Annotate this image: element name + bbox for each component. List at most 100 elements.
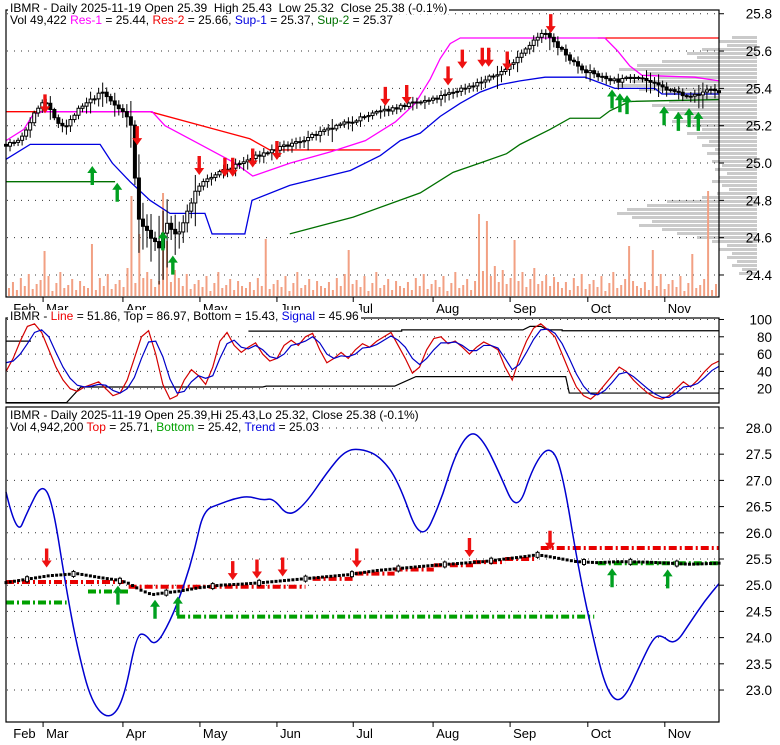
trail-dot: [557, 556, 561, 560]
header-part: = 45.96: [314, 309, 359, 323]
trail-dot: [531, 553, 535, 557]
buy-arrow-icon: [150, 599, 161, 619]
trail-dot: [240, 582, 244, 586]
volume-bar: [205, 276, 208, 296]
volume-bar: [466, 279, 469, 296]
candle-up: [475, 82, 480, 87]
volume-bar: [651, 250, 654, 296]
y-axis-label: 27.5: [746, 447, 772, 462]
volume-bar: [470, 290, 473, 296]
trail-dot: [603, 560, 607, 564]
volume-bar: [671, 280, 674, 296]
month-label: Jun: [280, 726, 301, 741]
sell-arrow-icon: [194, 155, 205, 175]
trail-dot: [253, 581, 257, 585]
trail-dot: [114, 578, 118, 582]
candle-up: [624, 76, 629, 79]
trail-candle: [628, 558, 633, 565]
header-part: Line: [50, 309, 74, 323]
trail-dot: [607, 560, 611, 564]
volume-bar: [122, 287, 125, 296]
volume-bar: [371, 283, 374, 296]
trail-dot: [379, 568, 383, 572]
oscillator-panel-header: IBMR - Line = 51.86, Top = 86.97, Bottom…: [8, 310, 361, 322]
osc-bottom-band: [6, 375, 719, 404]
volume-bar: [525, 287, 528, 296]
trail-dot: [422, 564, 426, 568]
header-part: IBMR -: [10, 309, 51, 323]
month-label: Oct: [591, 301, 612, 316]
candle-down: [664, 86, 669, 91]
volume-profile-bar: [732, 252, 757, 255]
volume-bar: [647, 290, 650, 296]
candle-up: [269, 149, 274, 154]
candle-down: [608, 78, 613, 82]
month-label: Aug: [436, 726, 459, 741]
candle-down: [547, 33, 552, 38]
candle-up: [165, 222, 170, 234]
volume-bar: [94, 290, 97, 296]
volume-bar: [612, 272, 615, 296]
volume-bar: [169, 282, 172, 296]
candle-up: [398, 104, 403, 110]
volume-bar: [564, 282, 567, 296]
trail-dot: [569, 559, 573, 563]
candle-up: [72, 114, 77, 121]
volume-bar: [244, 288, 247, 296]
candle-up: [455, 90, 460, 93]
volume-bar: [549, 286, 552, 296]
volume-bar: [695, 288, 698, 296]
candle-up: [390, 107, 395, 112]
candle-up: [201, 181, 206, 187]
sell-arrow-icon: [483, 47, 494, 67]
volume-bar: [604, 291, 607, 296]
candle-down: [169, 222, 174, 230]
volume-bar: [505, 284, 508, 296]
candle-down: [463, 87, 468, 90]
y-axis-label: 100: [749, 312, 772, 327]
trail-dot: [299, 577, 303, 581]
volume-bar: [67, 285, 70, 296]
sell-arrow-icon: [477, 47, 488, 67]
trail-dot: [80, 572, 84, 576]
volume-bar: [410, 290, 413, 296]
trail-dot: [616, 560, 620, 564]
trail-dot: [173, 590, 177, 594]
trail-dot: [645, 560, 649, 564]
volume-profile-bar: [729, 188, 757, 191]
trail-dot: [388, 567, 392, 571]
y-axis-label: 24.5: [746, 604, 772, 619]
price-panel-header-line2: Vol 49,422 Res-1 = 25.44, Res-2 = 25.66,…: [8, 14, 395, 26]
header-part: Signal: [281, 309, 315, 323]
volume-bar: [323, 288, 326, 296]
candle-up: [217, 171, 222, 176]
volume-profile-bar: [727, 256, 757, 259]
y-axis-label: 80: [757, 330, 772, 345]
trail-dot: [409, 565, 413, 569]
trail-dot: [63, 573, 67, 577]
trail-dot: [683, 562, 687, 566]
volume-profile-bar: [652, 104, 757, 107]
volume-bar: [308, 279, 311, 296]
candle-down: [153, 237, 158, 243]
trail-dot: [346, 573, 350, 577]
trail-dot: [510, 556, 514, 560]
volume-bar: [632, 281, 635, 296]
trail-dot: [485, 559, 489, 563]
candle-up: [535, 36, 540, 41]
trail-dot: [417, 565, 421, 569]
y-axis-label: 24.0: [746, 631, 772, 646]
volume-bar: [142, 278, 145, 296]
header-part: = 25.66,: [184, 13, 235, 27]
trail-dot: [325, 575, 329, 579]
chart-canvas[interactable]: 25.8 25.6 25.4 25.2 25.0 24.8 24.6 24.4 Feb Mar Ap…: [0, 0, 780, 745]
volume-bar: [663, 289, 666, 296]
volume-bar: [185, 274, 188, 296]
candle-up: [318, 130, 323, 136]
volume-bar: [387, 279, 390, 296]
trail-dot: [17, 579, 21, 583]
candle-down: [696, 93, 701, 96]
trail-candle: [535, 551, 540, 558]
candle-up: [261, 152, 266, 157]
candle-up: [80, 105, 85, 109]
